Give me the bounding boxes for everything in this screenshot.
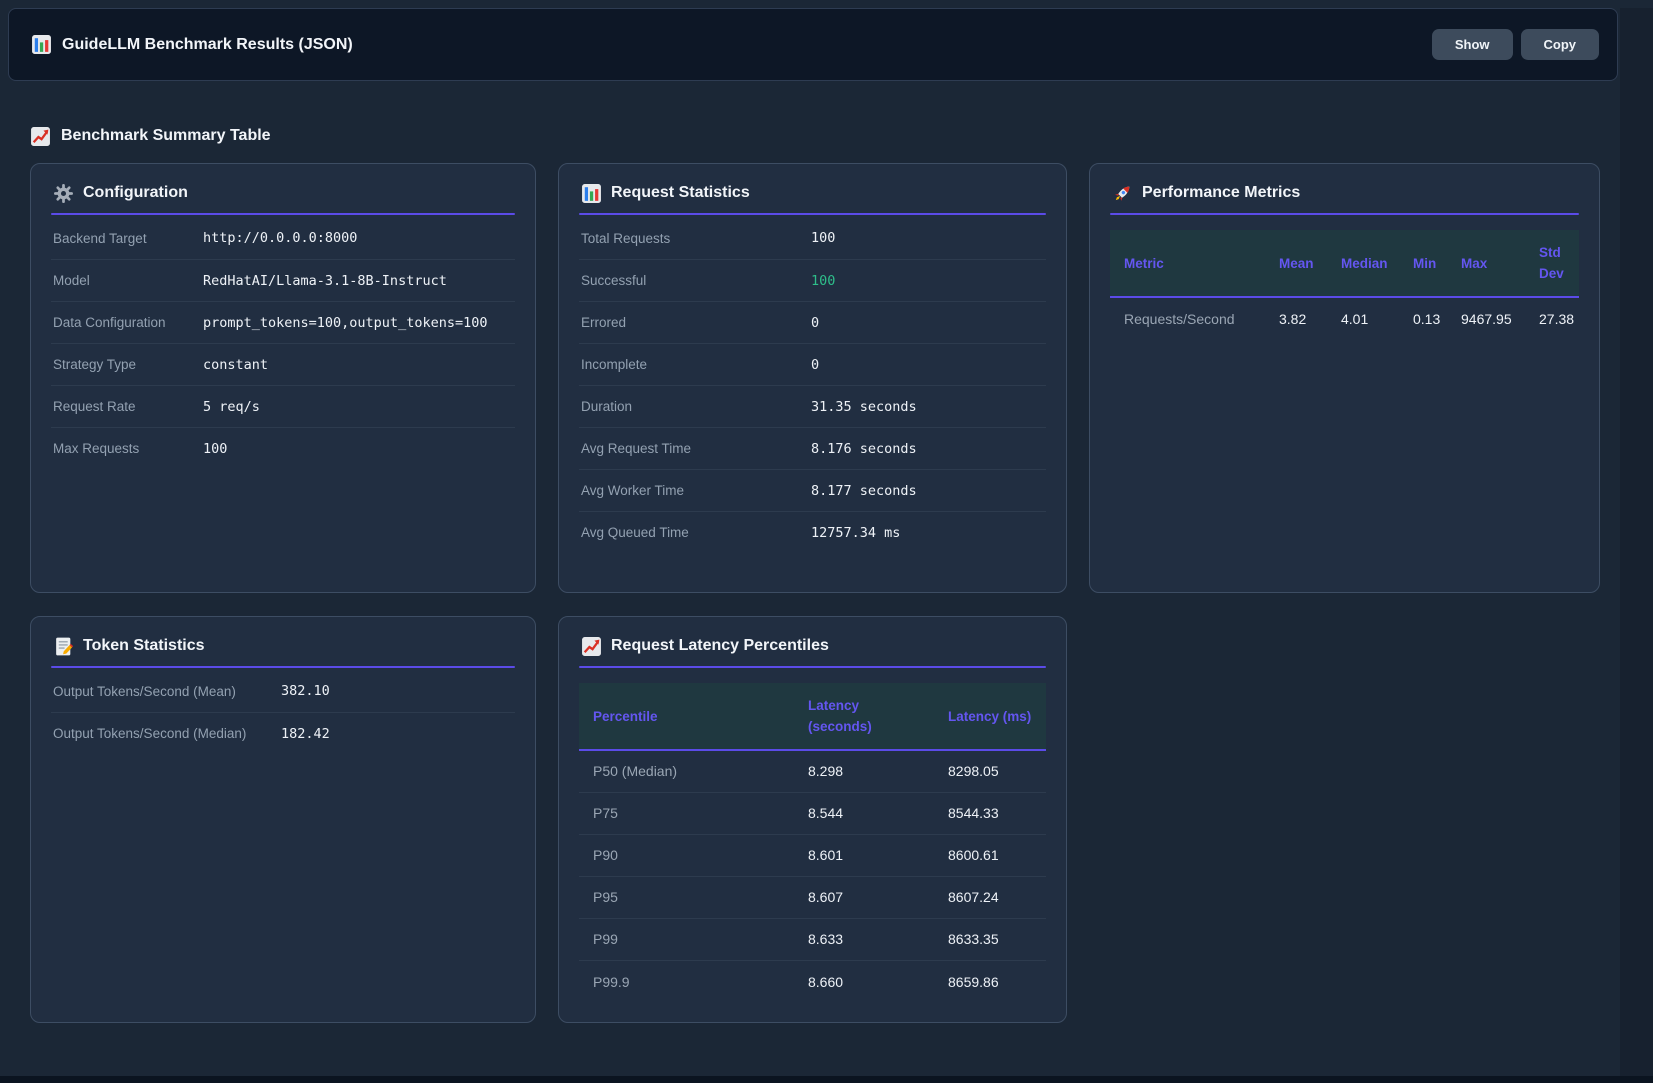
table-row-p50: P50 (Median) 8.298 8298.05 bbox=[579, 751, 1046, 793]
latency-percentiles-table: Percentile Latency (seconds) Latency (ms… bbox=[579, 683, 1046, 1003]
section-title: Benchmark Summary Table bbox=[61, 127, 271, 145]
card-title-latency-percentiles: Request Latency Percentiles bbox=[611, 637, 829, 655]
accent-rule bbox=[1110, 213, 1579, 215]
header-title-group: GuideLLM Benchmark Results (JSON) bbox=[31, 34, 353, 55]
stat-row-total-requests: Total Requests 100 bbox=[579, 217, 1046, 259]
copy-button[interactable]: Copy bbox=[1521, 29, 1600, 60]
col-median: Median bbox=[1327, 253, 1399, 274]
table-row-p90: P90 8.601 8600.61 bbox=[579, 835, 1046, 877]
card-performance-metrics: Performance Metrics Metric Mean Median M… bbox=[1089, 163, 1600, 593]
accent-rule bbox=[579, 213, 1046, 215]
table-row-requests-per-second: Requests/Second 3.82 4.01 0.13 9467.95 2… bbox=[1110, 298, 1579, 340]
chart-increasing-icon bbox=[581, 636, 602, 657]
header-bar: GuideLLM Benchmark Results (JSON) Show C… bbox=[8, 8, 1618, 81]
latency-table-header: Percentile Latency (seconds) Latency (ms… bbox=[579, 683, 1046, 751]
col-min: Min bbox=[1399, 253, 1447, 274]
card-title-performance-metrics: Performance Metrics bbox=[1142, 184, 1300, 202]
stat-row-incomplete: Incomplete 0 bbox=[579, 343, 1046, 385]
accent-rule bbox=[51, 213, 515, 215]
token-row-median: Output Tokens/Second (Median) 182.42 bbox=[51, 712, 515, 754]
header-actions: Show Copy bbox=[1432, 29, 1599, 60]
token-row-mean: Output Tokens/Second (Mean) 382.10 bbox=[51, 670, 515, 712]
stat-row-avg-request-time: Avg Request Time 8.176 seconds bbox=[579, 427, 1046, 469]
config-row-backend-target: Backend Target http://0.0.0.0:8000 bbox=[51, 217, 515, 259]
rocket-icon bbox=[1112, 183, 1133, 204]
card-title-request-statistics: Request Statistics bbox=[611, 184, 750, 202]
table-row-p99: P99 8.633 8633.35 bbox=[579, 919, 1046, 961]
cards-grid: Configuration Backend Target http://0.0.… bbox=[30, 163, 1653, 1023]
chart-increasing-icon bbox=[30, 126, 51, 147]
table-row-p95: P95 8.607 8607.24 bbox=[579, 877, 1046, 919]
page-right-gutter bbox=[1620, 8, 1653, 1083]
card-configuration: Configuration Backend Target http://0.0.… bbox=[30, 163, 536, 593]
card-title-configuration: Configuration bbox=[83, 184, 188, 202]
table-row-p99-9: P99.9 8.660 8659.86 bbox=[579, 961, 1046, 1003]
col-percentile: Percentile bbox=[579, 706, 794, 727]
section-header: Benchmark Summary Table bbox=[30, 123, 1653, 149]
card-latency-percentiles: Request Latency Percentiles Percentile L… bbox=[558, 616, 1067, 1023]
card-title-token-statistics: Token Statistics bbox=[83, 637, 205, 655]
grid-empty-cell bbox=[1089, 616, 1600, 1023]
accent-rule bbox=[51, 666, 515, 668]
stat-row-avg-worker-time: Avg Worker Time 8.177 seconds bbox=[579, 469, 1046, 511]
stat-row-successful: Successful 100 bbox=[579, 259, 1046, 301]
stat-row-errored: Errored 0 bbox=[579, 301, 1046, 343]
col-metric: Metric bbox=[1110, 253, 1265, 274]
gear-icon bbox=[53, 183, 74, 204]
config-row-model: Model RedHatAI/Llama-3.1-8B-Instruct bbox=[51, 259, 515, 301]
page-title: GuideLLM Benchmark Results (JSON) bbox=[62, 36, 353, 54]
config-row-request-rate: Request Rate 5 req/s bbox=[51, 385, 515, 427]
successful-count-green: 100 bbox=[811, 273, 835, 289]
config-row-strategy-type: Strategy Type constant bbox=[51, 343, 515, 385]
col-max: Max bbox=[1447, 253, 1525, 274]
config-row-max-requests: Max Requests 100 bbox=[51, 427, 515, 469]
performance-metrics-table-header: Metric Mean Median Min Max Std Dev bbox=[1110, 230, 1579, 298]
col-std-dev: Std Dev bbox=[1525, 242, 1579, 284]
bottom-strip bbox=[0, 1076, 1653, 1083]
col-mean: Mean bbox=[1265, 253, 1327, 274]
col-latency-seconds: Latency (seconds) bbox=[794, 695, 934, 737]
stat-row-avg-queued-time: Avg Queued Time 12757.34 ms bbox=[579, 511, 1046, 553]
performance-metrics-table: Metric Mean Median Min Max Std Dev Reque… bbox=[1110, 230, 1579, 340]
accent-rule bbox=[579, 666, 1046, 668]
table-row-p75: P75 8.544 8544.33 bbox=[579, 793, 1046, 835]
card-token-statistics: Token Statistics Output Tokens/Second (M… bbox=[30, 616, 536, 1023]
stat-row-duration: Duration 31.35 seconds bbox=[579, 385, 1046, 427]
card-request-statistics: Request Statistics Total Requests 100 Su… bbox=[558, 163, 1067, 593]
show-button[interactable]: Show bbox=[1432, 29, 1513, 60]
config-row-data-configuration: Data Configuration prompt_tokens=100,out… bbox=[51, 301, 515, 343]
col-latency-ms: Latency (ms) bbox=[934, 706, 1046, 727]
memo-icon bbox=[53, 636, 74, 657]
bar-chart-icon bbox=[581, 183, 602, 204]
bar-chart-icon bbox=[31, 34, 52, 55]
